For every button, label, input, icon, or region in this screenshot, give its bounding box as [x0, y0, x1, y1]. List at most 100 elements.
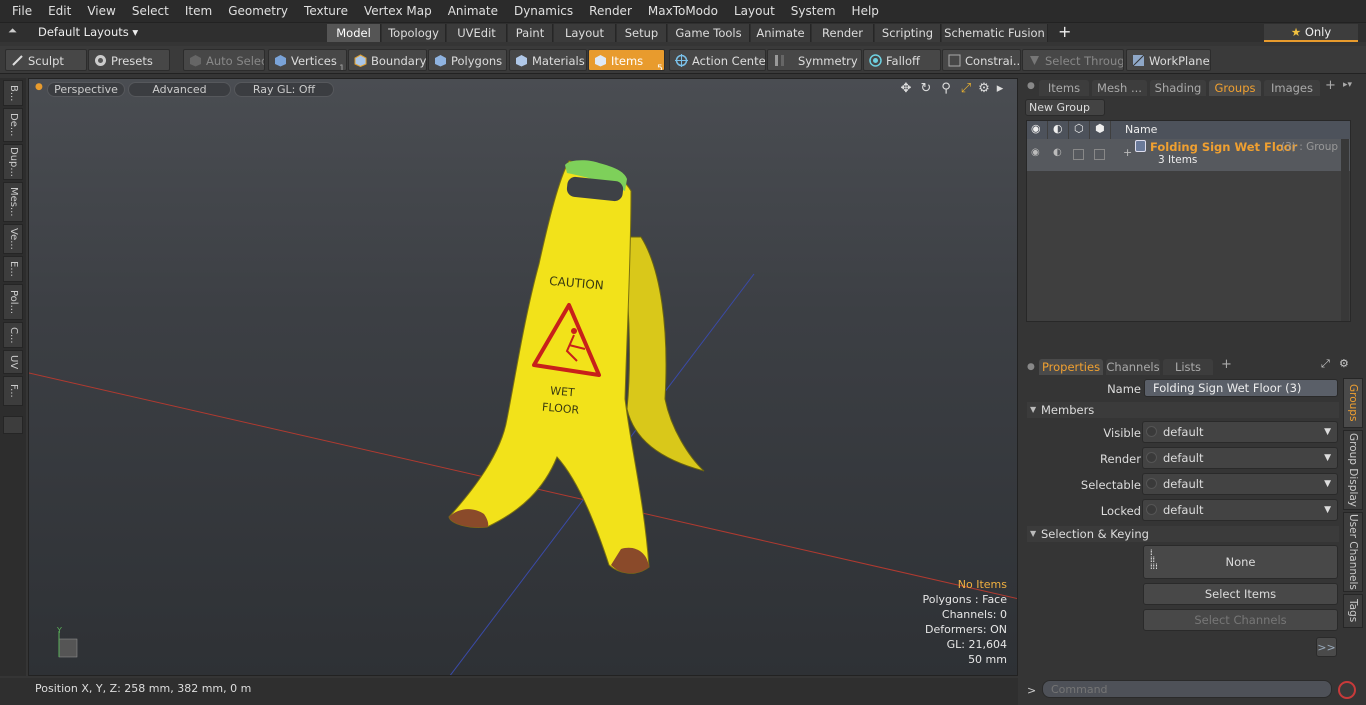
- list-scrollbar[interactable]: [1341, 139, 1349, 321]
- menu-help[interactable]: Help: [844, 0, 887, 22]
- vtab-tags[interactable]: Tags: [1343, 594, 1363, 628]
- members-section[interactable]: ▼ Members: [1027, 402, 1339, 418]
- left-tab-basic[interactable]: B...: [3, 80, 23, 106]
- group-row[interactable]: ◉ ◐ + Folding Sign Wet Floor (3) : Group…: [1027, 139, 1350, 171]
- tab-properties[interactable]: Properties: [1039, 359, 1103, 375]
- left-tab-fusion[interactable]: F...: [3, 376, 23, 406]
- falloff-button[interactable]: Falloff: [863, 49, 941, 71]
- default-layouts-dropdown[interactable]: Default Layouts ▾: [38, 25, 138, 39]
- boundary-button[interactable]: Boundary: [348, 49, 427, 71]
- expand-plus-icon[interactable]: +: [1123, 146, 1132, 159]
- menu-file[interactable]: File: [4, 0, 40, 22]
- menu-texture[interactable]: Texture: [296, 0, 356, 22]
- left-tab-edge[interactable]: E...: [3, 256, 23, 282]
- command-input[interactable]: [1042, 680, 1332, 698]
- vtab-groups[interactable]: Groups: [1343, 378, 1363, 428]
- pan-icon[interactable]: ✥: [899, 82, 913, 96]
- menu-select[interactable]: Select: [124, 0, 177, 22]
- menu-maxtomodo[interactable]: MaxToModo: [640, 0, 726, 22]
- materials-button[interactable]: Materials: [509, 49, 587, 71]
- add-props-tab-button[interactable]: +: [1221, 357, 1232, 372]
- props-menu-icon[interactable]: ●: [1027, 362, 1035, 372]
- row-lock-checkbox[interactable]: [1094, 149, 1105, 160]
- left-tab-polygon[interactable]: Pol...: [3, 284, 23, 320]
- column-name[interactable]: Name: [1111, 121, 1350, 139]
- collapse-icon[interactable]: ⏶: [8, 24, 17, 38]
- action-center-button[interactable]: Action Center: [669, 49, 766, 71]
- tab-render[interactable]: Render: [812, 24, 874, 42]
- left-tab-deform[interactable]: De...: [3, 108, 23, 142]
- tab-mesh[interactable]: Mesh ...: [1092, 80, 1147, 96]
- rotate-icon[interactable]: ↻: [919, 82, 933, 96]
- visible-dropdown[interactable]: default ▼: [1142, 421, 1338, 443]
- add-layout-button[interactable]: +: [1058, 23, 1071, 41]
- column-render[interactable]: ◐: [1048, 121, 1068, 139]
- panel-menu-icon[interactable]: ●: [1027, 81, 1035, 91]
- tab-groups[interactable]: Groups: [1209, 80, 1261, 96]
- vtab-user-channels[interactable]: User Channels: [1343, 512, 1363, 592]
- left-tab-mesh-edit[interactable]: Mes...: [3, 182, 23, 222]
- row-eye-icon[interactable]: ◉: [1031, 147, 1040, 158]
- perspective-dropdown[interactable]: Perspective: [47, 82, 125, 97]
- only-button[interactable]: ★ Only: [1264, 24, 1358, 42]
- auto-select-button[interactable]: Auto Select: [183, 49, 265, 71]
- symmetry-button[interactable]: Symmetry: [767, 49, 862, 71]
- constraints-button[interactable]: Constrai...: [942, 49, 1021, 71]
- name-field[interactable]: Folding Sign Wet Floor (3): [1144, 379, 1338, 397]
- tab-images[interactable]: Images: [1264, 80, 1320, 96]
- expand-arrow-icon[interactable]: ▸: [993, 82, 1007, 96]
- row-select-checkbox[interactable]: [1073, 149, 1084, 160]
- column-visibility[interactable]: ◉: [1027, 121, 1047, 139]
- menu-animate[interactable]: Animate: [440, 0, 506, 22]
- tab-lists[interactable]: Lists: [1163, 359, 1213, 375]
- menu-geometry[interactable]: Geometry: [220, 0, 296, 22]
- raygl-dropdown[interactable]: Ray GL: Off: [234, 82, 334, 97]
- row-render-icon[interactable]: ◐: [1053, 147, 1062, 158]
- add-tab-button[interactable]: +: [1325, 78, 1336, 93]
- column-selectable[interactable]: ⬡: [1069, 121, 1089, 139]
- panel-options-icon[interactable]: ▸▾: [1343, 80, 1352, 90]
- menu-layout[interactable]: Layout: [726, 0, 783, 22]
- select-channels-button[interactable]: Select Channels: [1143, 609, 1338, 631]
- tab-layout[interactable]: Layout: [554, 24, 616, 42]
- menu-item[interactable]: Item: [177, 0, 220, 22]
- vtab-group-display[interactable]: Group Display: [1343, 430, 1363, 510]
- viewport-menu-icon[interactable]: ●: [35, 82, 43, 92]
- viewport-settings-icon[interactable]: ⚙: [977, 82, 991, 96]
- tab-schematic-fusion[interactable]: Schematic Fusion: [942, 24, 1048, 42]
- tab-game-tools[interactable]: Game Tools: [668, 24, 750, 42]
- render-dropdown[interactable]: default ▼: [1142, 447, 1338, 469]
- tab-animate[interactable]: Animate: [751, 24, 811, 42]
- tab-shading[interactable]: Shading: [1150, 80, 1206, 96]
- polygons-button[interactable]: Polygons: [428, 49, 507, 71]
- left-tab-curve[interactable]: C...: [3, 322, 23, 348]
- tab-setup[interactable]: Setup: [617, 24, 667, 42]
- more-button[interactable]: >>: [1316, 637, 1337, 657]
- menu-dynamics[interactable]: Dynamics: [506, 0, 581, 22]
- left-tab-vertex[interactable]: Ve...: [3, 224, 23, 254]
- left-tab-uv[interactable]: UV: [3, 350, 23, 374]
- tab-topology[interactable]: Topology: [382, 24, 446, 42]
- keying-none-button[interactable]: ⁞ ⁞⁞ ⁞⁞⁞ None: [1143, 545, 1338, 579]
- 3d-viewport[interactable]: CAUTION WET FLOOR Y ● Perspective Advanc…: [28, 78, 1018, 676]
- column-lock[interactable]: ⬢: [1090, 121, 1110, 139]
- tab-paint[interactable]: Paint: [508, 24, 553, 42]
- tab-uvedit[interactable]: UVEdit: [447, 24, 507, 42]
- select-through-button[interactable]: Select Through: [1022, 49, 1124, 71]
- presets-button[interactable]: Presets: [88, 49, 170, 71]
- menu-view[interactable]: View: [79, 0, 123, 22]
- maximize-icon[interactable]: ⤢: [959, 82, 973, 96]
- tab-model[interactable]: Model: [327, 24, 381, 42]
- workplane-button[interactable]: WorkPlane: [1126, 49, 1211, 71]
- left-tab-duplicate[interactable]: Dup...: [3, 144, 23, 180]
- menu-system[interactable]: System: [783, 0, 844, 22]
- menu-edit[interactable]: Edit: [40, 0, 79, 22]
- record-macro-icon[interactable]: [1338, 681, 1356, 699]
- select-items-button[interactable]: Select Items: [1143, 583, 1338, 605]
- props-settings-icon[interactable]: ⚙: [1339, 357, 1349, 370]
- left-tab-more[interactable]: [3, 416, 23, 434]
- advanced-dropdown[interactable]: Advanced: [128, 82, 231, 97]
- sculpt-button[interactable]: Sculpt: [5, 49, 87, 71]
- selection-keying-section[interactable]: ▼ Selection & Keying: [1027, 526, 1339, 542]
- selectable-dropdown[interactable]: default ▼: [1142, 473, 1338, 495]
